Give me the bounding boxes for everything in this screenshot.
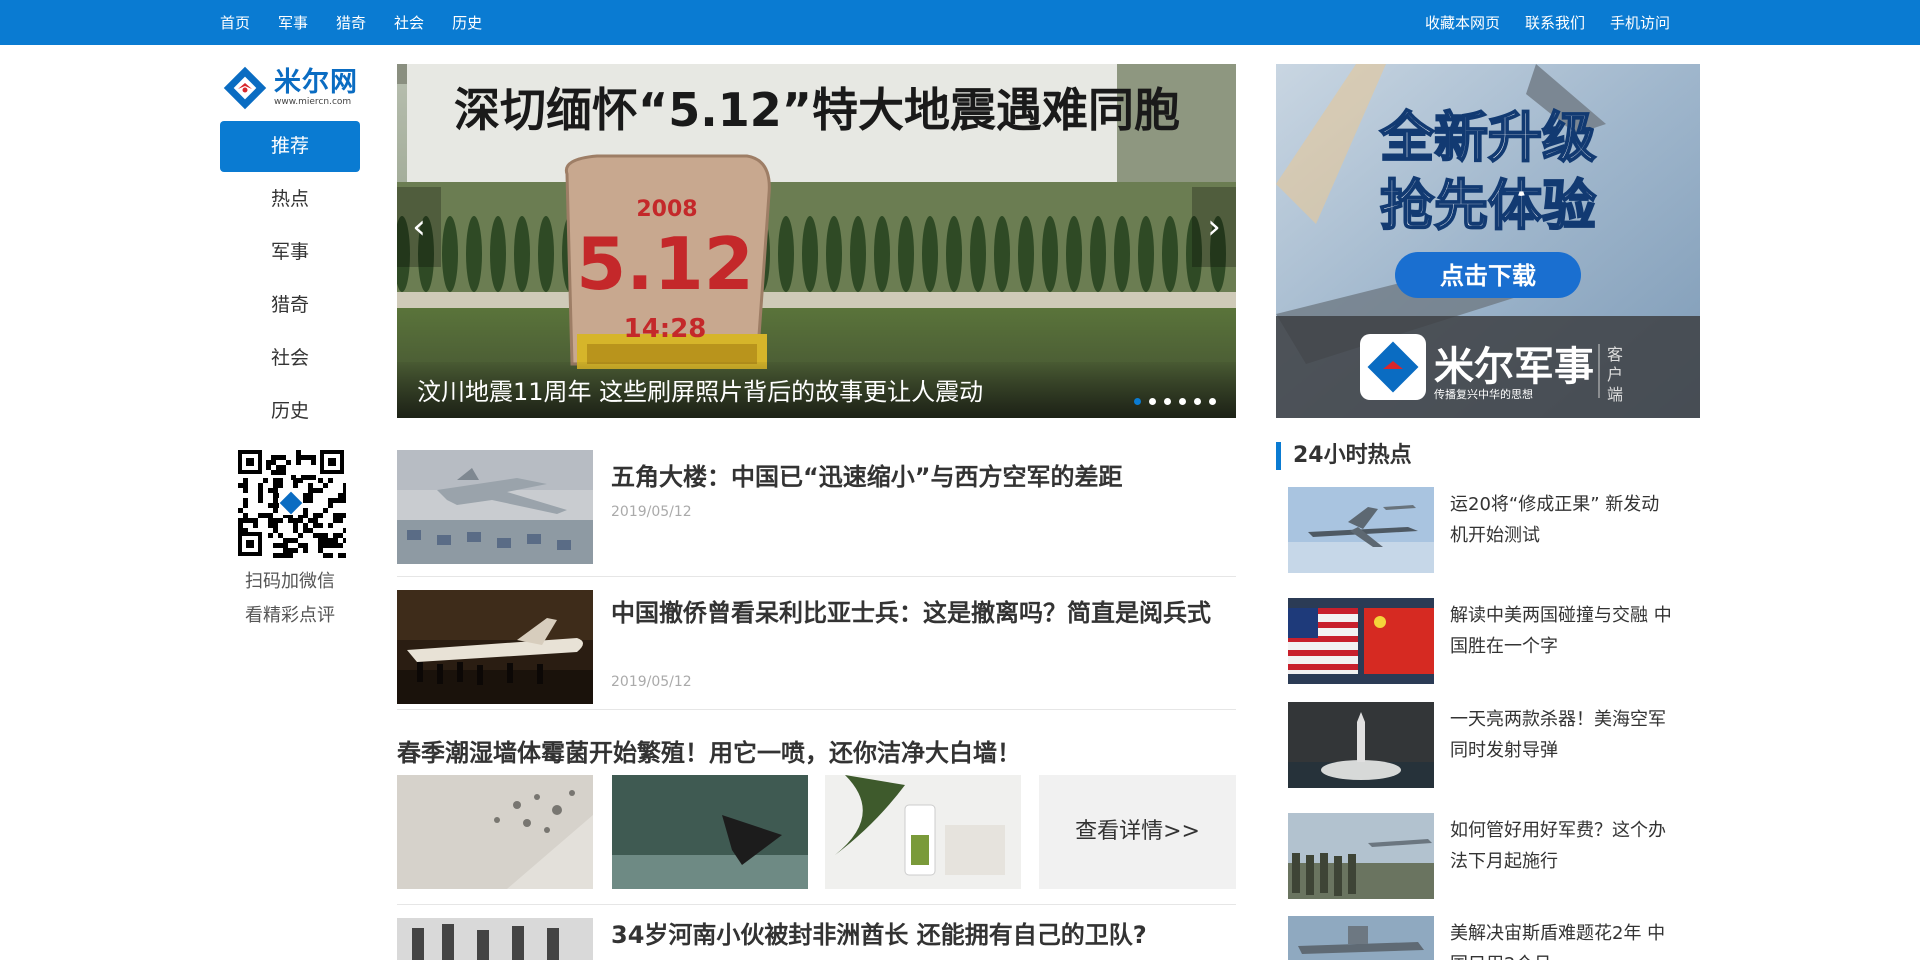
top-nav-curiosity-link[interactable]: 猎奇 <box>336 12 366 33</box>
logo-text: 米尔网 www.miercn.com <box>274 67 358 108</box>
slider-dot[interactable] <box>1134 398 1141 405</box>
ad-side-label-1: 客 <box>1607 345 1623 364</box>
slider-caption[interactable]: 汶川地震11周年 这些刷屏照片背后的故事更让人震动 <box>417 374 983 410</box>
slider-dots <box>1134 398 1216 405</box>
ad-headline-1: 全新升级 <box>1379 106 1596 169</box>
hot-list-item[interactable]: 美解决宙斯盾难题花2年 中国只用2个月 <box>1288 916 1688 960</box>
article-title[interactable]: 中国撤侨曾看呆利比亚士兵：这是撤离吗？简直是阅兵式 <box>611 596 1231 630</box>
side-nav-military[interactable]: 军事 <box>220 227 360 278</box>
contact-link[interactable]: 联系我们 <box>1525 12 1585 33</box>
article-item[interactable]: 中国撤侨曾看呆利比亚士兵：这是撤离吗？简直是阅兵式 2019/05/12 <box>397 590 1236 710</box>
top-nav-society-link[interactable]: 社会 <box>394 12 424 33</box>
top-nav-left: 首页 军事 猎奇 社会 历史 <box>220 0 482 45</box>
qr-caption: 扫码加微信 看精彩点评 <box>220 565 360 633</box>
slider-stone-year: 2008 <box>636 197 697 222</box>
hot-list-item[interactable]: 运20将“修成正果” 新发动机开始测试 <box>1288 487 1688 573</box>
side-nav-history[interactable]: 历史 <box>220 386 360 437</box>
chevron-left-icon: ‹ <box>412 207 426 247</box>
multi-image-article-title[interactable]: 春季潮湿墙体霉菌开始繁殖！用它一喷，还你洁净大白墙！ <box>397 733 1021 768</box>
hot-item-text[interactable]: 解读中美两国碰撞与交融 中国胜在一个字 <box>1450 600 1675 662</box>
top-nav-right: 收藏本网页 联系我们 手机访问 <box>1425 0 1670 45</box>
slider-banner-text: 深切缅怀“5.12”特大地震遇难同胞 <box>454 83 1180 137</box>
slider-prev-button[interactable]: ‹ <box>397 187 441 267</box>
ad-tagline: 传播复兴中华的思想 <box>1434 387 1533 401</box>
hot-thumbnail[interactable] <box>1288 916 1434 960</box>
article-title[interactable]: 五角大楼：中国已“迅速缩小”与西方空军的差距 <box>611 460 1231 494</box>
slider-dot[interactable] <box>1194 398 1201 405</box>
multi-image-2[interactable] <box>612 775 808 889</box>
multi-image-row: 查看详情>> <box>397 775 1236 889</box>
hot-item-text[interactable]: 一天亮两款杀器！美海空军同时发射导弹 <box>1450 704 1675 766</box>
mobile-link[interactable]: 手机访问 <box>1610 12 1670 33</box>
chevron-right-icon: › <box>1207 207 1221 247</box>
multi-image-3[interactable] <box>825 775 1021 889</box>
top-nav-home-link[interactable]: 首页 <box>220 12 250 33</box>
ad-side-label-2: 户 <box>1607 365 1623 384</box>
divider <box>397 904 1236 905</box>
side-nav-curiosity[interactable]: 猎奇 <box>220 280 360 331</box>
logo-url: www.miercn.com <box>274 97 352 107</box>
article-thumbnail[interactable] <box>397 918 593 960</box>
hot-item-text[interactable]: 运20将“修成正果” 新发动机开始测试 <box>1450 489 1675 551</box>
side-nav-society[interactable]: 社会 <box>220 333 360 384</box>
hot-thumbnail[interactable] <box>1288 598 1434 684</box>
hot-list-item[interactable]: 如何管好用好军费？这个办法下月起施行 <box>1288 813 1688 899</box>
slider-next-button[interactable]: › <box>1192 187 1236 267</box>
hot-item-text[interactable]: 如何管好用好军费？这个办法下月起施行 <box>1450 815 1675 877</box>
ad-side-label-3: 端 <box>1607 385 1623 404</box>
bookmark-link[interactable]: 收藏本网页 <box>1425 12 1500 33</box>
article-item[interactable]: 34岁河南小伙被封非洲酋长 还能拥有自己的卫队? <box>397 918 1236 960</box>
hot-thumbnail[interactable] <box>1288 487 1434 573</box>
slider-dot[interactable] <box>1179 398 1186 405</box>
ad-headline-2: 抢先体验 <box>1380 174 1596 237</box>
side-nav-recommend[interactable]: 推荐 <box>220 121 360 172</box>
qr-caption-line1: 扫码加微信 <box>245 571 335 592</box>
logo-name: 米尔网 <box>274 67 358 98</box>
side-nav-hot[interactable]: 热点 <box>220 174 360 225</box>
headline-slider[interactable]: 深切缅怀“5.12”特大地震遇难同胞 2008 5.12 14:28 ‹ › 汶… <box>397 64 1236 418</box>
side-nav: 推荐 热点 军事 猎奇 社会 历史 <box>220 121 360 439</box>
slider-dot[interactable] <box>1209 398 1216 405</box>
wechat-qr-code <box>236 448 348 558</box>
hot-list-item[interactable]: 解读中美两国碰撞与交融 中国胜在一个字 <box>1288 598 1688 684</box>
site-logo[interactable]: 米尔网 www.miercn.com <box>220 63 360 113</box>
article-thumbnail[interactable] <box>397 450 593 564</box>
article-date: 2019/05/12 <box>611 674 692 690</box>
article-item[interactable]: 五角大楼：中国已“迅速缩小”与西方空军的差距 2019/05/12 <box>397 450 1236 577</box>
hot-list-item[interactable]: 一天亮两款杀器！美海空军同时发射导弹 <box>1288 702 1688 788</box>
app-download-ad[interactable]: 全新升级 抢先体验 点击下载 米尔军事 传播复兴中华的思想 客 户 端 <box>1276 64 1700 418</box>
hot-thumbnail[interactable] <box>1288 702 1434 788</box>
logo-mark-icon <box>220 63 270 113</box>
ad-download-label: 点击下载 <box>1440 262 1536 290</box>
slider-dot[interactable] <box>1149 398 1156 405</box>
top-nav-bar: 首页 军事 猎奇 社会 历史 收藏本网页 联系我们 手机访问 <box>0 0 1920 45</box>
article-date: 2019/05/12 <box>611 504 692 520</box>
top-nav-history-link[interactable]: 历史 <box>452 12 482 33</box>
slider-stone-time: 14:28 <box>624 314 707 344</box>
slider-dot[interactable] <box>1164 398 1171 405</box>
top-nav-military-link[interactable]: 军事 <box>278 12 308 33</box>
article-title[interactable]: 34岁河南小伙被封非洲酋长 还能拥有自己的卫队? <box>611 918 1231 952</box>
article-thumbnail[interactable] <box>397 590 593 704</box>
hot-item-text[interactable]: 美解决宙斯盾难题花2年 中国只用2个月 <box>1450 918 1675 960</box>
ad-brand: 米尔军事 <box>1434 344 1594 390</box>
qr-caption-line2: 看精彩点评 <box>245 605 335 626</box>
hot-section-title: 24小时热点 <box>1276 442 1412 470</box>
hot-thumbnail[interactable] <box>1288 813 1434 899</box>
multi-image-1[interactable] <box>397 775 593 889</box>
slider-stone-date: 5.12 <box>576 222 754 306</box>
view-details-button[interactable]: 查看详情>> <box>1039 775 1236 889</box>
